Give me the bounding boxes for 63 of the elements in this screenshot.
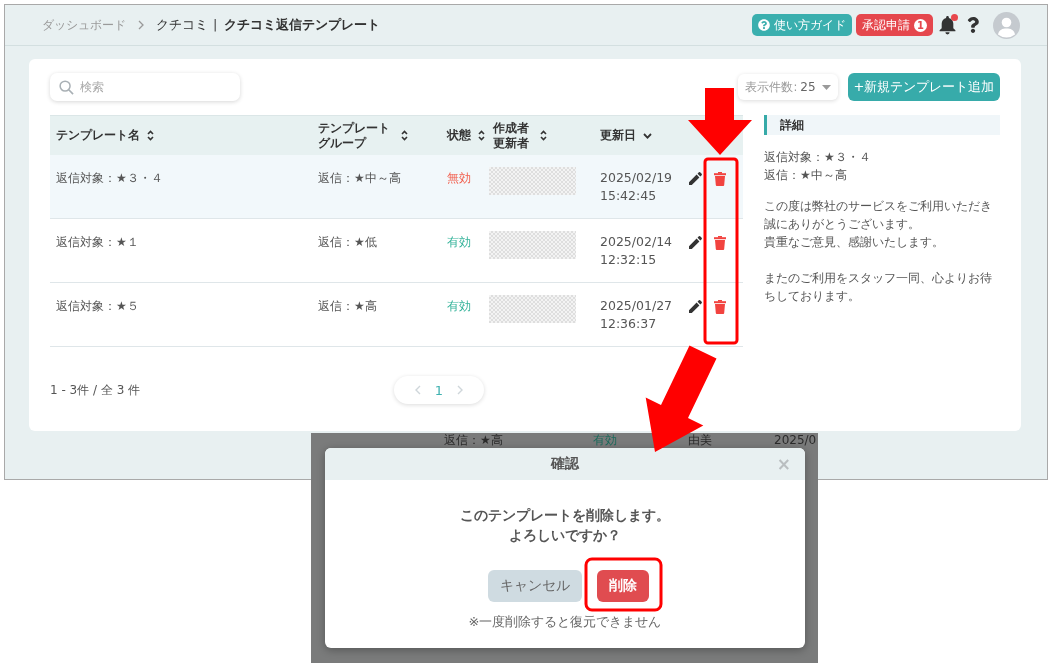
table-row[interactable]: 返信対象：★３・４ 返信：★中～高 無効 2025/02/19 15:42:45 <box>50 155 743 219</box>
breadcrumb-link[interactable]: クチコミ <box>156 16 208 34</box>
table-cell-text: 返信対象：★５ <box>55 298 140 315</box>
sort-icon[interactable] <box>147 130 154 141</box>
table-cell-text: 返信対象：★３・４ <box>55 170 164 187</box>
caret-down-icon <box>821 84 831 90</box>
sort-icon[interactable] <box>478 130 485 141</box>
sort-icon[interactable] <box>539 130 547 141</box>
trash-icon[interactable] <box>714 300 726 314</box>
column-header: 作成者更新者 <box>493 120 530 151</box>
column-header: テンプレート名 <box>56 128 140 143</box>
page-title: クチコミ返信テンプレート <box>224 16 381 34</box>
table-cell-text: 返信対象：★１ <box>55 234 140 251</box>
table-cell-text: 返信：★低 <box>317 234 378 251</box>
trash-icon[interactable] <box>714 236 726 250</box>
pencil-icon[interactable] <box>689 300 702 313</box>
trash-icon[interactable] <box>714 172 726 186</box>
message-text: 貴重なご意見、感謝いたします。 <box>764 234 945 251</box>
table-cell-text: 2025/02/14 12:32:15 <box>599 233 674 269</box>
sort-icon[interactable] <box>400 130 408 141</box>
guide-button[interactable]: 使い方ガイド <box>752 14 852 36</box>
page-number[interactable]: 1 <box>434 382 444 398</box>
table-cell-text: 2025/02/19 15:42:45 <box>599 169 674 205</box>
pencil-icon[interactable] <box>689 236 702 249</box>
table-cell-text: 返信：★中～高 <box>317 170 402 187</box>
table-cell: 2025/0 <box>774 433 817 448</box>
approval-button[interactable]: 承認申請 1 <box>856 14 933 36</box>
chevron-right-icon <box>138 20 144 30</box>
help-icon <box>758 19 770 31</box>
separator-text: | <box>213 16 218 34</box>
table-cell: 由美 <box>688 433 712 448</box>
breadcrumb-link[interactable]: ダッシュボード <box>42 16 126 34</box>
column-header: テンプレートグループ <box>318 120 391 151</box>
column-header: 更新日 <box>600 128 636 143</box>
detail-text: 返信：★中～高 <box>764 167 848 184</box>
message-text: この度は弊社のサービスをご利用いただき誠にありがとうございます。 <box>764 198 993 233</box>
detail-heading: 詳細 <box>764 115 1000 135</box>
status-label: 有効 <box>593 433 617 448</box>
dialog-title: 確認 <box>551 455 579 473</box>
table-cell-text: 返信：★高 <box>317 298 378 315</box>
status-label: 有効 <box>446 234 472 251</box>
bell-icon[interactable] <box>939 15 956 35</box>
delete-button[interactable]: 削除 <box>597 570 649 602</box>
pencil-icon[interactable] <box>689 172 702 185</box>
page-size-select[interactable]: 表示件数: 25 <box>738 74 838 100</box>
status-label: 有効 <box>446 298 472 315</box>
result-count: 1 - 3件 / 全 3 件 <box>50 381 141 399</box>
status-label: 無効 <box>446 170 472 187</box>
detail-text: 返信対象：★３・４ <box>764 149 872 166</box>
search-field[interactable]: 検索 <box>50 73 240 101</box>
table-cell-text: 2025/01/27 12:36:37 <box>599 297 674 333</box>
dialog-message: このテンプレートを削除します。 <box>460 506 670 525</box>
search-icon <box>59 80 74 95</box>
count-badge: 1 <box>914 18 927 32</box>
table-cell: 返信：★高 <box>444 433 503 448</box>
add-template-button[interactable]: +新規テンプレート追加 <box>848 73 1000 101</box>
cancel-button[interactable]: キャンセル <box>488 570 582 602</box>
message-text: またのご利用をスタッフ一同、心よりお待ちしております。 <box>764 270 993 305</box>
dialog-message: よろしいですか？ <box>509 526 621 545</box>
help-icon[interactable] <box>967 16 979 34</box>
chevron-down-icon[interactable] <box>643 132 652 139</box>
column-header: 状態 <box>447 128 471 143</box>
warning-note: ※一度削除すると復元できません <box>468 613 662 631</box>
